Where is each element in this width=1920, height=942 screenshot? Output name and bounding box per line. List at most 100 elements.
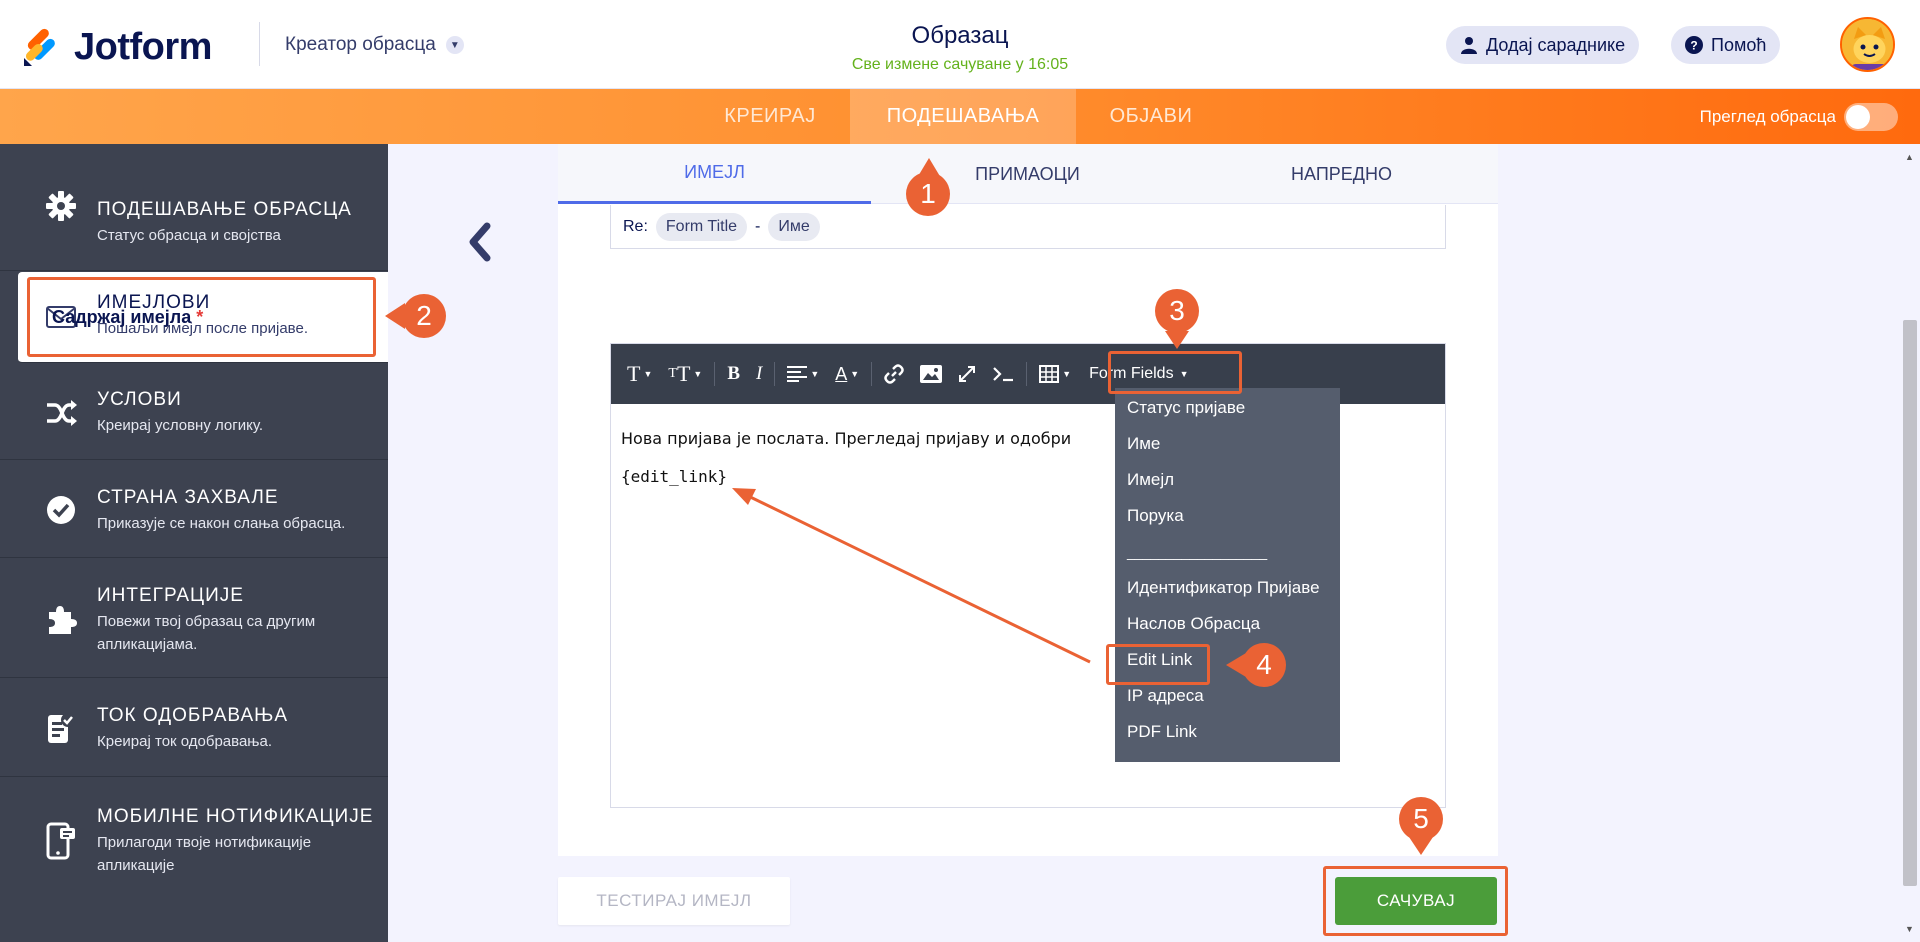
sidebar-item-desc: Креирај ток одобравања. xyxy=(97,733,272,750)
edit-link-placeholder: {edit_link} xyxy=(621,467,727,486)
jotform-logo[interactable]: Jotform xyxy=(22,26,212,69)
step-marker-3: 3 xyxy=(1155,289,1199,333)
menu-item-submission-id[interactable]: Идентификатор Пријаве xyxy=(1115,570,1340,606)
help-icon: ? xyxy=(1685,36,1703,54)
header-divider xyxy=(259,22,260,66)
add-collaborators-button[interactable]: Додај сараднике xyxy=(1446,26,1640,64)
sidebar-item-desc: Креирај условну логику. xyxy=(97,417,264,434)
page-scrollbar[interactable]: ▲ ▼ xyxy=(1900,144,1920,942)
step-marker-5: 5 xyxy=(1399,797,1443,841)
sidebar-item-desc: Статус обрасца и својства xyxy=(97,227,281,244)
sidebar-item-integrations[interactable]: ИНТЕГРАЦИЈЕ Повежи твој образац са други… xyxy=(0,559,388,678)
table-icon[interactable]: ▼ xyxy=(1031,356,1079,392)
brand-name: Jotform xyxy=(74,26,212,68)
tab-email[interactable]: ИМЕЈЛ xyxy=(558,144,871,204)
svg-text:?: ? xyxy=(1690,39,1697,53)
approval-icon xyxy=(44,711,78,745)
sidebar-item-title: ТОК ОДОБРАВАЊА xyxy=(97,705,289,726)
menu-item-email[interactable]: Имејл xyxy=(1115,462,1340,498)
text-color-icon[interactable]: A ▼ xyxy=(827,356,867,392)
fullscreen-icon[interactable] xyxy=(950,356,984,392)
email-subject-field[interactable]: Re: Form Title - Име xyxy=(610,205,1446,249)
sidebar-item-title: МОБИЛНЕ НОТИФИКАЦИЈЕ xyxy=(97,806,374,827)
code-view-icon[interactable] xyxy=(984,356,1022,392)
preview-label: Преглед обрасца xyxy=(1699,107,1836,126)
highlight-form-fields xyxy=(1108,351,1242,394)
menu-item-name[interactable]: Име xyxy=(1115,426,1340,462)
form-title-tag[interactable]: Form Title xyxy=(655,212,748,241)
highlight-save xyxy=(1323,866,1508,936)
form-title-area: Образац Све измене сачуване у 16:05 xyxy=(760,22,1160,74)
step-marker-2: 2 xyxy=(402,294,446,338)
link-icon[interactable] xyxy=(876,356,912,392)
add-collaborators-label: Додај сараднике xyxy=(1486,34,1626,55)
sidebar-item-desc: Повежи твој образац са другим апликација… xyxy=(97,613,316,653)
menu-item-submission-status[interactable]: Статус пријаве xyxy=(1115,390,1340,426)
collapse-panel-button[interactable] xyxy=(465,222,495,262)
help-button[interactable]: ? Помоћ xyxy=(1671,26,1781,64)
form-fields-menu: Статус пријаве Име Имејл Порука ________… xyxy=(1115,388,1340,762)
user-icon xyxy=(1460,36,1478,54)
menu-item-pdf-link[interactable]: PDF Link xyxy=(1115,714,1340,750)
menu-item-message[interactable]: Порука xyxy=(1115,498,1340,534)
bold-icon[interactable]: B xyxy=(719,356,748,392)
toolbar-divider xyxy=(774,362,776,386)
step-marker-1: 1 xyxy=(906,172,950,216)
top-header: Jotform Креатор обрасца ▼ Образац Све из… xyxy=(0,0,1920,89)
sidebar-item-mobile-notifications[interactable]: МОБИЛНЕ НОТИФИКАЦИЈЕ Прилагоди твоје нот… xyxy=(0,778,388,900)
sidebar-item-title: УСЛОВИ xyxy=(97,389,182,410)
subject-prefix: Re: xyxy=(623,217,648,235)
user-avatar[interactable] xyxy=(1840,17,1895,72)
scroll-down-icon[interactable]: ▼ xyxy=(1905,924,1914,934)
sidebar-item-form-settings[interactable]: ПОДЕШАВАЊЕ ОБРАСЦА Статус обрасца и свој… xyxy=(0,144,388,271)
step-marker-4: 4 xyxy=(1242,643,1286,687)
form-title[interactable]: Образац xyxy=(760,22,1160,50)
sidebar-item-thank-you-page[interactable]: СТРАНА ЗАХВАЛЕ Приказује се након слања … xyxy=(0,461,388,558)
sidebar-item-desc: Прилагоди твоје нотификације апликације xyxy=(97,834,312,874)
sidebar-item-title: ПОДЕШАВАЊЕ ОБРАСЦА xyxy=(97,199,352,220)
italic-icon[interactable]: I xyxy=(748,356,770,392)
help-label: Помоћ xyxy=(1711,34,1767,55)
email-body-line: Нова пријава је послата. Прегледај прија… xyxy=(621,429,1072,448)
toolbar-divider xyxy=(871,362,873,386)
tab-create[interactable]: КРЕИРАЈ xyxy=(700,89,840,144)
highlight-edit-link xyxy=(1106,644,1210,685)
font-size-icon[interactable]: T T ▼ xyxy=(660,356,710,392)
chevron-left-icon xyxy=(469,222,491,262)
toolbar-divider xyxy=(714,362,716,386)
subject-separator: - xyxy=(755,217,761,235)
email-body-text[interactable]: Нова пријава је послата. Прегледај прија… xyxy=(621,420,1071,496)
highlight-emails xyxy=(27,277,376,357)
sidebar-item-title: ИНТЕГРАЦИЈЕ xyxy=(97,585,244,606)
save-status: Све измене сачуване у 16:05 xyxy=(851,56,1069,73)
email-subtabs: ИМЕЈЛ ПРИМАОЦИ НАПРЕДНО xyxy=(558,144,1498,204)
sidebar-item-desc: Приказује се након слања обрасца. xyxy=(97,515,346,532)
check-circle-icon xyxy=(44,493,78,527)
name-tag[interactable]: Име xyxy=(768,212,820,241)
tab-advanced[interactable]: НАПРЕДНО xyxy=(1185,144,1498,204)
form-preview-toggle[interactable]: Преглед обрасца xyxy=(1700,103,1898,131)
font-family-icon[interactable]: T ▼ xyxy=(619,356,660,392)
test-email-button[interactable]: ТЕСТИРАЈ ИМЕЈЛ xyxy=(558,877,790,925)
menu-item-form-title[interactable]: Наслов Обрасца xyxy=(1115,606,1340,642)
puzzle-icon xyxy=(44,603,78,637)
scroll-up-icon[interactable]: ▲ xyxy=(1905,152,1914,162)
tab-settings[interactable]: ПОДЕШАВАЊА xyxy=(850,89,1076,144)
menu-divider: __________________ xyxy=(1127,544,1268,560)
tab-publish[interactable]: ОБЈАВИ xyxy=(1086,89,1216,144)
sidebar-item-title: СТРАНА ЗАХВАЛЕ xyxy=(97,487,279,508)
jotform-logo-icon xyxy=(22,28,62,68)
gear-icon xyxy=(44,189,78,223)
builder-label: Креатор обрасца xyxy=(285,34,436,55)
sidebar-item-conditions[interactable]: УСЛОВИ Креирај условну логику. xyxy=(0,364,388,460)
chevron-down-icon: ▼ xyxy=(445,36,464,54)
settings-sidebar: ПОДЕШАВАЊЕ ОБРАСЦА Статус обрасца и свој… xyxy=(0,144,388,942)
form-builder-dropdown[interactable]: Креатор обрасца ▼ xyxy=(285,34,464,56)
toggle-switch[interactable] xyxy=(1844,103,1898,131)
scrollbar-thumb[interactable] xyxy=(1903,320,1917,886)
mobile-icon xyxy=(44,822,78,860)
align-icon[interactable]: ▼ xyxy=(779,356,827,392)
shuffle-icon xyxy=(44,396,78,430)
sidebar-item-approval-flow[interactable]: ТОК ОДОБРАВАЊА Креирај ток одобравања. xyxy=(0,679,388,777)
image-icon[interactable] xyxy=(912,356,950,392)
